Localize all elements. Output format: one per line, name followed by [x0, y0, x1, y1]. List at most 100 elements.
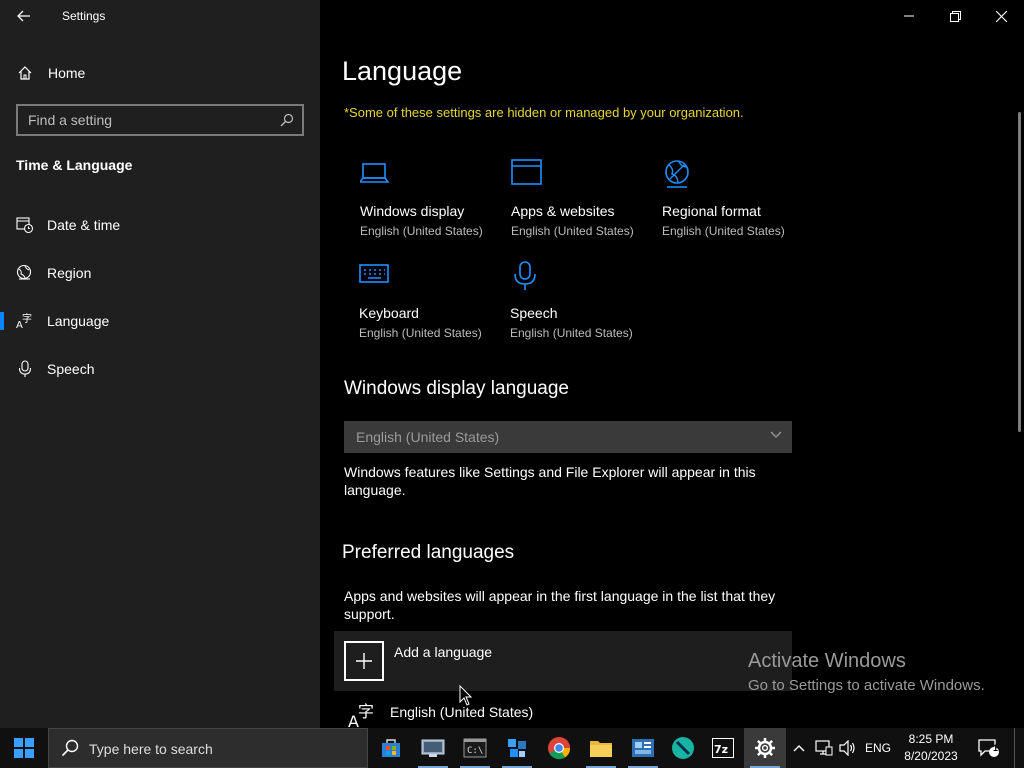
nav-item-label: Date & time — [47, 217, 121, 233]
tile-speech[interactable]: Speech English (United States) — [510, 261, 660, 351]
svg-text:7z: 7z — [714, 743, 728, 756]
7zip-icon: 7z — [712, 738, 734, 758]
add-language-button[interactable]: Add a language — [334, 631, 792, 691]
scrollbar[interactable] — [1018, 112, 1021, 432]
tile-value: English (United States) — [510, 326, 633, 340]
taskbar-app-file-explorer[interactable] — [580, 728, 622, 768]
watermark-title: Activate Windows — [748, 650, 906, 672]
tile-name: Keyboard — [359, 305, 419, 321]
close-button[interactable] — [978, 0, 1024, 32]
network-tray-button[interactable] — [812, 728, 836, 768]
action-center-button[interactable]: 1 — [974, 728, 1004, 768]
network-icon — [815, 740, 833, 756]
taskbar-search-box[interactable]: Type here to search — [48, 728, 368, 768]
tile-regional-format[interactable]: Regional format English (United States) — [662, 159, 812, 249]
nav-item-region[interactable]: Region — [0, 253, 320, 293]
taskbar-app-installer[interactable] — [496, 728, 538, 768]
restore-icon — [949, 10, 961, 22]
display-language-heading: Windows display language — [344, 378, 569, 399]
clock-time: 8:25 PM — [908, 732, 954, 746]
folder-icon — [590, 741, 612, 757]
command-prompt-icon: C:\ — [463, 738, 487, 758]
taskbar-app-chrome[interactable] — [538, 728, 580, 768]
tile-apps-websites[interactable]: Apps & websites English (United States) — [511, 159, 661, 249]
tile-name: Regional format — [662, 203, 761, 219]
microphone-icon — [18, 360, 32, 377]
browser-window-icon — [511, 159, 542, 185]
org-managed-notice: *Some of these settings are hidden or ma… — [344, 105, 744, 120]
tile-name: Apps & websites — [511, 203, 615, 219]
tile-value: English (United States) — [662, 224, 785, 238]
plus-icon — [356, 653, 372, 669]
store-icon — [382, 739, 400, 757]
installer-icon — [508, 739, 526, 757]
minimize-button[interactable] — [886, 0, 932, 32]
nav-item-label: Speech — [47, 361, 95, 377]
taskbar-search-placeholder: Type here to search — [89, 741, 213, 757]
notification-count: 1 — [993, 743, 999, 753]
plus-icon-box — [344, 641, 384, 681]
back-button[interactable] — [8, 4, 40, 28]
chevron-down-icon — [770, 431, 782, 438]
dropdown-value: English (United States) — [356, 429, 500, 445]
preferred-language-item[interactable]: A字 English (United States) — [334, 693, 792, 728]
display-language-description: Windows features like Settings and File … — [344, 464, 756, 498]
page-title: Language — [342, 56, 463, 86]
nav-home-label: Home — [48, 65, 86, 81]
tile-value: English (United States) — [360, 224, 483, 238]
settings-nav-pane: Settings Home Find a setting Time & Lang… — [0, 0, 320, 728]
nav-item-language[interactable]: A字 Language — [0, 301, 320, 341]
language-page: Language *Some of these settings are hid… — [320, 0, 1024, 728]
teal-circle-app-icon — [672, 737, 694, 759]
taskbar-app-virtual-machine[interactable] — [412, 728, 454, 768]
chevron-up-icon — [793, 745, 805, 752]
home-icon — [18, 66, 32, 80]
add-language-label: Add a language — [394, 644, 493, 660]
title-bar: Settings — [0, 0, 320, 32]
mouse-cursor-icon — [459, 685, 473, 706]
chrome-icon — [548, 737, 571, 760]
taskbar-app-control-panel[interactable] — [622, 728, 664, 768]
nav-item-label: Language — [47, 313, 110, 329]
taskbar-clock[interactable]: 8:25 PM 8/20/2023 — [898, 731, 964, 765]
start-button[interactable] — [0, 728, 48, 768]
windows-logo-icon — [14, 738, 34, 758]
display-language-dropdown[interactable]: English (United States) — [344, 421, 792, 453]
volume-icon — [839, 740, 855, 756]
search-icon — [280, 113, 294, 127]
svg-text:字: 字 — [358, 703, 374, 721]
taskbar: Type here to search C:\ 7z ENG 8:25 PM 8… — [0, 728, 1024, 768]
nav-item-date-time[interactable]: Date & time — [0, 205, 320, 245]
taskbar-app-store[interactable] — [370, 728, 412, 768]
search-placeholder: Find a setting — [28, 112, 113, 128]
tile-name: Speech — [510, 305, 558, 321]
activate-windows-watermark: Activate Windows Go to Settings to activ… — [748, 650, 985, 694]
find-setting-search-box[interactable]: Find a setting — [16, 104, 304, 136]
minimize-icon — [904, 15, 914, 17]
show-desktop-button[interactable] — [1014, 728, 1015, 768]
tile-keyboard[interactable]: Keyboard English (United States) — [359, 261, 509, 351]
nav-item-speech[interactable]: Speech — [0, 349, 320, 389]
nav-home[interactable]: Home — [0, 56, 320, 90]
monitor-app-icon — [421, 739, 445, 757]
taskbar-app-utility[interactable] — [662, 728, 704, 768]
gear-icon — [755, 738, 775, 758]
taskbar-app-settings[interactable] — [744, 728, 786, 768]
restore-button[interactable] — [932, 0, 978, 32]
watermark-subtitle: Go to Settings to activate Windows. — [748, 677, 985, 694]
input-language-indicator[interactable]: ENG — [862, 728, 894, 768]
selection-indicator — [0, 312, 4, 330]
back-arrow-icon — [17, 10, 30, 22]
globe-region-icon — [16, 264, 32, 280]
taskbar-app-7zip[interactable]: 7z — [702, 728, 744, 768]
control-panel-icon — [632, 739, 654, 757]
preferred-languages-heading: Preferred languages — [342, 542, 515, 563]
microphone-icon — [514, 261, 536, 290]
tile-value: English (United States) — [511, 224, 634, 238]
taskbar-app-command-prompt[interactable]: C:\ — [454, 728, 496, 768]
globe-icon — [665, 160, 689, 188]
volume-tray-button[interactable] — [836, 728, 860, 768]
show-hidden-icons-button[interactable] — [788, 728, 810, 768]
tile-value: English (United States) — [359, 326, 482, 340]
tile-windows-display[interactable]: Windows display English (United States) — [360, 159, 510, 249]
